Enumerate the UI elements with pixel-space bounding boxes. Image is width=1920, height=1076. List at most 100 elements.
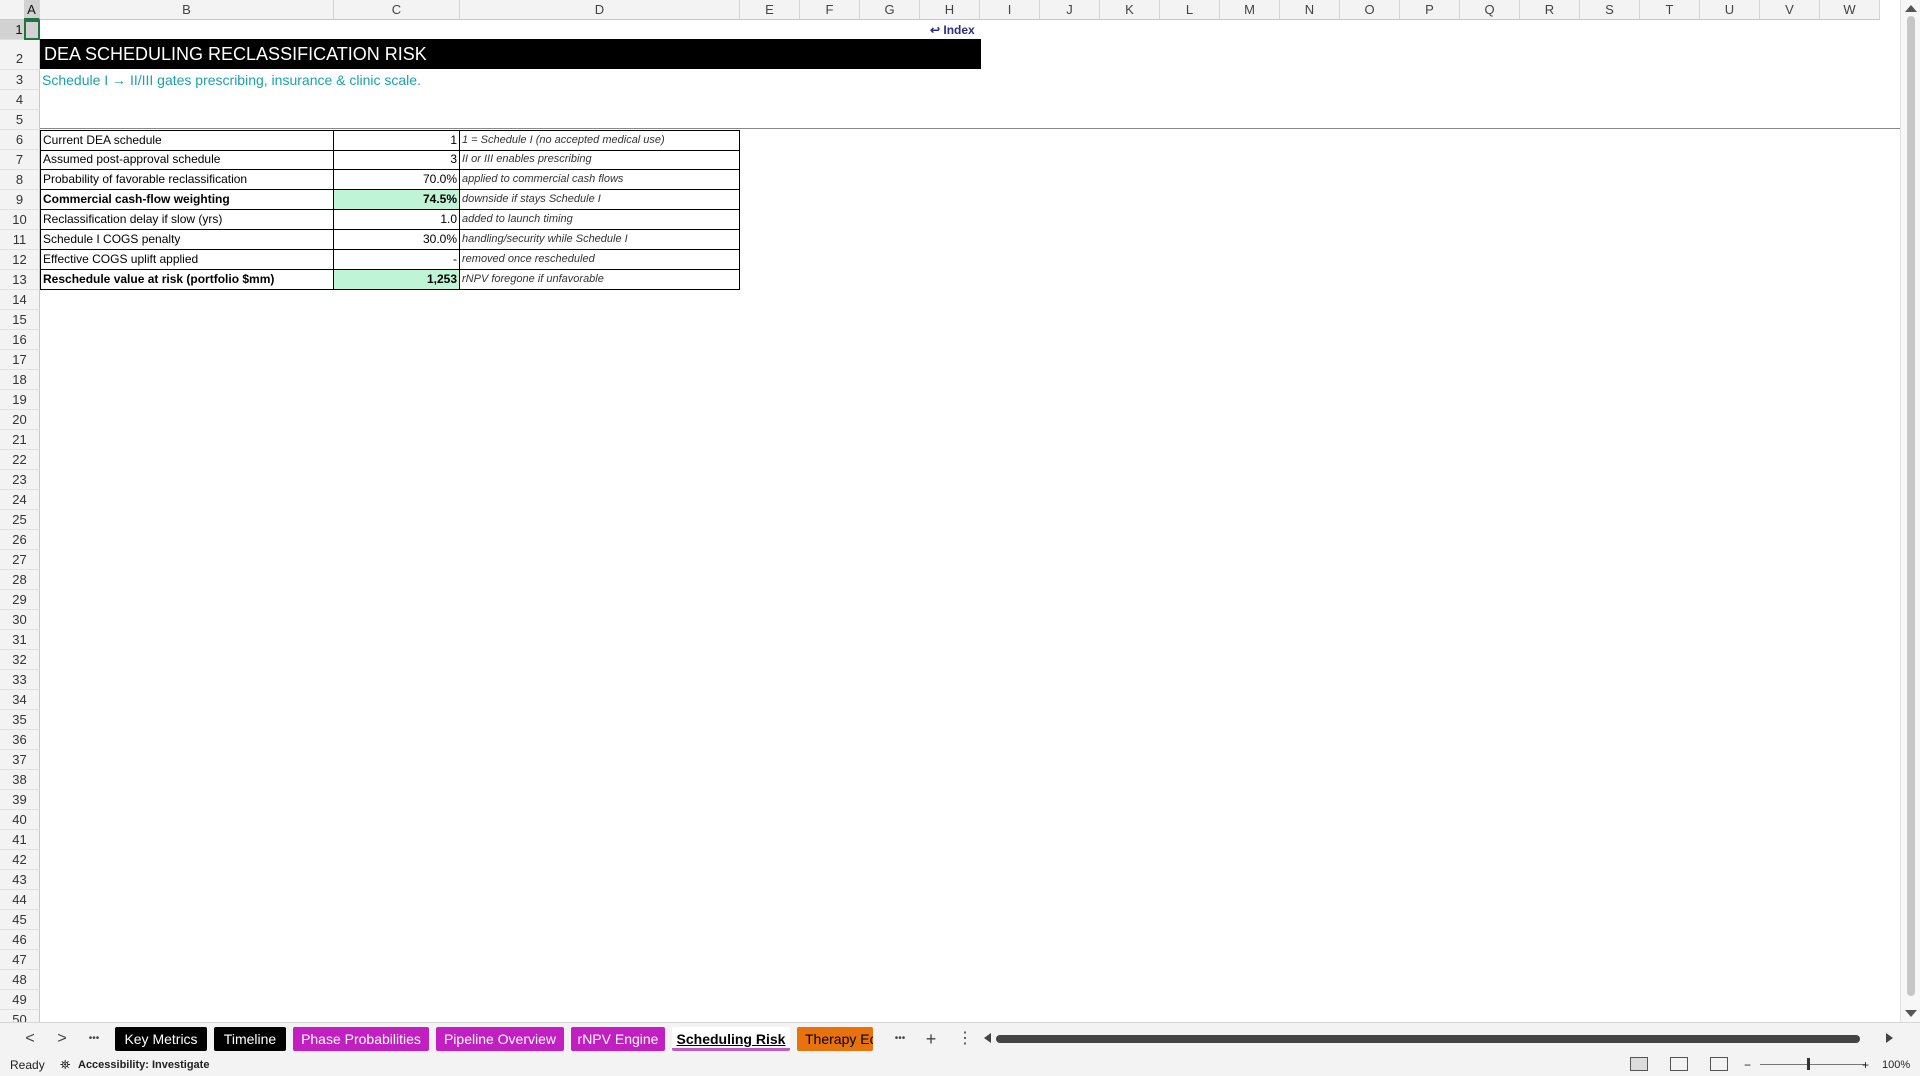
- tab-key-metrics[interactable]: Key Metrics: [115, 1027, 207, 1051]
- row-header-39[interactable]: 39: [0, 790, 40, 810]
- index-link[interactable]: ↩ Index: [930, 21, 975, 39]
- row-note[interactable]: removed once rescheduled: [460, 250, 740, 270]
- row-header-45[interactable]: 45: [0, 910, 40, 930]
- row-header-35[interactable]: 35: [0, 710, 40, 730]
- page-layout-view-icon[interactable]: [1670, 1057, 1688, 1071]
- row-header-46[interactable]: 46: [0, 930, 40, 950]
- tabs-more-right-icon[interactable]: •••: [890, 1029, 910, 1049]
- row-header-49[interactable]: 49: [0, 990, 40, 1010]
- zoom-out-button[interactable]: −: [1744, 1057, 1751, 1073]
- row-header-30[interactable]: 30: [0, 610, 40, 630]
- row-header-19[interactable]: 19: [0, 390, 40, 410]
- row-header-28[interactable]: 28: [0, 570, 40, 590]
- worksheet-grid[interactable]: ABCDEFGHIJKLMNOPQRSTUVW 1 2 3 4 5 6 7 8 9 10 11 12 1…: [0, 0, 1920, 1022]
- accessibility-status[interactable]: Accessibility: Investigate: [78, 1057, 209, 1073]
- column-header-p[interactable]: P: [1400, 0, 1460, 20]
- row-header-9[interactable]: 9: [0, 190, 40, 210]
- row-header-44[interactable]: 44: [0, 890, 40, 910]
- row-header-26[interactable]: 26: [0, 530, 40, 550]
- row-header-43[interactable]: 43: [0, 870, 40, 890]
- zoom-level[interactable]: 100%: [1882, 1057, 1910, 1073]
- row-value[interactable]: 3: [334, 150, 460, 170]
- row-header-25[interactable]: 25: [0, 510, 40, 530]
- column-header-f[interactable]: F: [800, 0, 860, 20]
- row-header-6[interactable]: 6: [0, 130, 40, 150]
- column-header-b[interactable]: B: [40, 0, 334, 20]
- row-header-24[interactable]: 24: [0, 490, 40, 510]
- row-header-33[interactable]: 33: [0, 670, 40, 690]
- row-header-14[interactable]: 14: [0, 290, 40, 310]
- column-header-j[interactable]: J: [1040, 0, 1100, 20]
- row-header-2[interactable]: 2: [0, 40, 40, 70]
- accessibility-icon[interactable]: ⛯: [60, 1057, 70, 1073]
- column-header-o[interactable]: O: [1340, 0, 1400, 20]
- row-label[interactable]: Assumed post-approval schedule: [40, 150, 334, 170]
- column-header-d[interactable]: D: [460, 0, 740, 20]
- row-header-20[interactable]: 20: [0, 410, 40, 430]
- row-header-47[interactable]: 47: [0, 950, 40, 970]
- row-header-48[interactable]: 48: [0, 970, 40, 990]
- tab-rnpv-engine[interactable]: rNPV Engine: [571, 1027, 665, 1051]
- row-note[interactable]: rNPV foregone if unfavorable: [460, 270, 740, 290]
- row-note[interactable]: downside if stays Schedule I: [460, 190, 740, 210]
- row-value[interactable]: 1.0: [334, 210, 460, 230]
- vertical-scrollbar[interactable]: [1900, 0, 1920, 1022]
- row-header-22[interactable]: 22: [0, 450, 40, 470]
- column-header-n[interactable]: N: [1280, 0, 1340, 20]
- column-header-m[interactable]: M: [1220, 0, 1280, 20]
- column-header-k[interactable]: K: [1100, 0, 1160, 20]
- tab-therapy-ec[interactable]: Therapy Ec: [797, 1027, 873, 1051]
- row-note[interactable]: added to launch timing: [460, 210, 740, 230]
- tab-scheduling-risk[interactable]: Scheduling Risk: [672, 1027, 790, 1051]
- column-header-u[interactable]: U: [1700, 0, 1760, 20]
- tab-scroll-next-icon[interactable]: >: [52, 1029, 72, 1049]
- row-header-38[interactable]: 38: [0, 770, 40, 790]
- row-header-32[interactable]: 32: [0, 650, 40, 670]
- row-header-4[interactable]: 4: [0, 90, 40, 110]
- row-value[interactable]: 1: [334, 131, 460, 151]
- row-header-23[interactable]: 23: [0, 470, 40, 490]
- row-header-10[interactable]: 10: [0, 210, 40, 230]
- row-value[interactable]: -: [334, 250, 460, 270]
- page-break-view-icon[interactable]: [1710, 1057, 1728, 1071]
- row-value[interactable]: 70.0%: [334, 170, 460, 190]
- row-header-17[interactable]: 17: [0, 350, 40, 370]
- row-label[interactable]: Effective COGS uplift applied: [40, 250, 334, 270]
- tab-timeline[interactable]: Timeline: [214, 1027, 286, 1051]
- column-header-a[interactable]: A: [24, 0, 40, 20]
- row-header-37[interactable]: 37: [0, 750, 40, 770]
- vertical-scroll-thumb[interactable]: [1907, 16, 1915, 996]
- row-header-42[interactable]: 42: [0, 850, 40, 870]
- row-header-16[interactable]: 16: [0, 330, 40, 350]
- zoom-slider-thumb[interactable]: [1807, 1058, 1810, 1070]
- column-header-g[interactable]: G: [860, 0, 920, 20]
- column-header-c[interactable]: C: [334, 0, 460, 20]
- row-header-50[interactable]: 50: [0, 1010, 40, 1022]
- row-label[interactable]: Reschedule value at risk (portfolio $mm): [40, 270, 334, 290]
- row-value[interactable]: 30.0%: [334, 230, 460, 250]
- hscroll-right-icon[interactable]: [1886, 1033, 1893, 1043]
- column-header-s[interactable]: S: [1580, 0, 1640, 20]
- row-label[interactable]: Probability of favorable reclassificatio…: [40, 170, 334, 190]
- row-header-3[interactable]: 3: [0, 70, 40, 90]
- row-header-41[interactable]: 41: [0, 830, 40, 850]
- normal-view-icon[interactable]: [1630, 1057, 1648, 1071]
- row-note[interactable]: handling/security while Schedule I: [460, 230, 740, 250]
- column-header-r[interactable]: R: [1520, 0, 1580, 20]
- zoom-in-button[interactable]: +: [1862, 1057, 1869, 1073]
- row-header-40[interactable]: 40: [0, 810, 40, 830]
- tab-scroll-prev-icon[interactable]: <: [20, 1029, 40, 1049]
- tabs-more-left-icon[interactable]: •••: [84, 1029, 104, 1049]
- row-header-5[interactable]: 5: [0, 110, 40, 130]
- zoom-slider[interactable]: [1760, 1064, 1866, 1065]
- row-header-8[interactable]: 8: [0, 170, 40, 190]
- tab-pipeline-overview[interactable]: Pipeline Overview: [436, 1027, 564, 1051]
- column-header-i[interactable]: I: [980, 0, 1040, 20]
- add-sheet-icon[interactable]: +: [921, 1029, 941, 1049]
- row-header-7[interactable]: 7: [0, 150, 40, 170]
- row-header-11[interactable]: 11: [0, 230, 40, 250]
- hscroll-left-icon[interactable]: [984, 1033, 991, 1043]
- column-header-w[interactable]: W: [1820, 0, 1880, 20]
- row-value[interactable]: 74.5%: [334, 190, 460, 210]
- sheet-options-icon[interactable]: ⋮: [955, 1029, 975, 1049]
